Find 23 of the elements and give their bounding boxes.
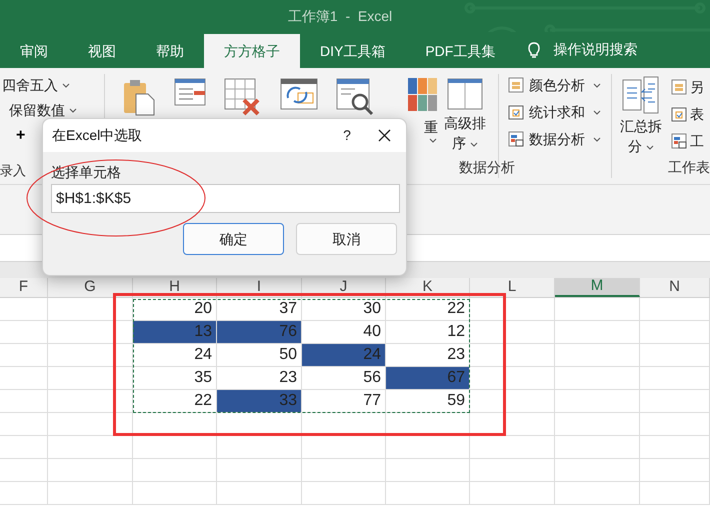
table-cell: 22 [386, 298, 470, 320]
dialog-title: 在Excel中选取 [52, 126, 144, 145]
table-cell: 76 [217, 321, 302, 343]
table-cell: 77 [302, 390, 386, 412]
table-cell: 67 [386, 367, 470, 389]
table-cell: 59 [386, 390, 470, 412]
table-cell: 24 [133, 344, 217, 366]
group-label: 数据分析 [459, 158, 515, 177]
table-cell: 37 [217, 298, 302, 320]
table-cell: 40 [302, 321, 386, 343]
table-cell: 35 [133, 367, 217, 389]
window-title: 工作簿1 - Excel [288, 6, 392, 26]
group-label: 工作表 [668, 158, 710, 177]
field-label: 选择单元格 [51, 164, 122, 180]
table-cell: 24 [302, 344, 386, 366]
table-cell: 33 [217, 390, 302, 412]
group-label: 录入 [0, 162, 26, 180]
table-cell: 30 [302, 298, 386, 320]
table-cell: 20 [133, 298, 217, 320]
table-cell: 12 [386, 321, 470, 343]
table-cell: 23 [217, 367, 302, 389]
table-cell: 23 [386, 344, 470, 366]
table-cell: 13 [133, 321, 217, 343]
